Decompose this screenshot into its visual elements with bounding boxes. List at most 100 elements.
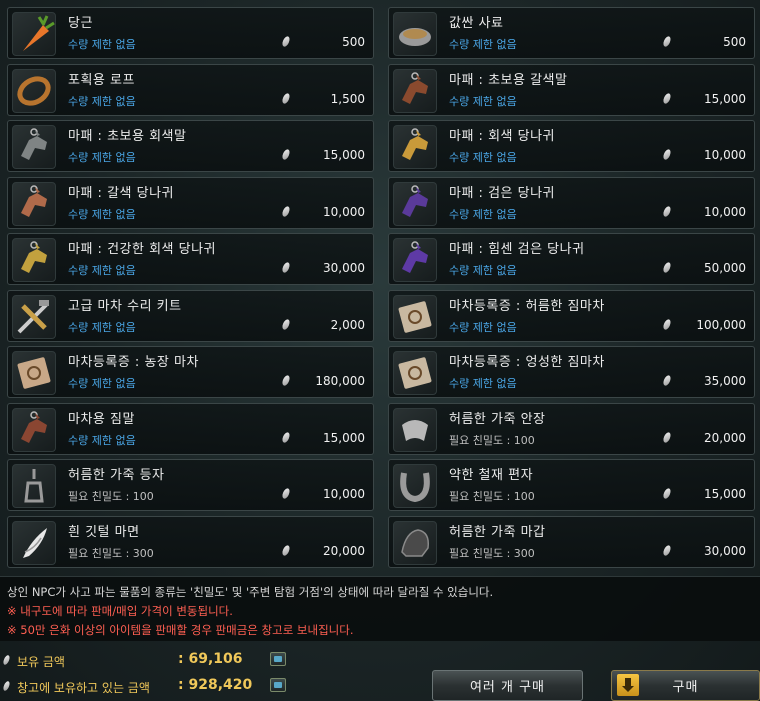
silver-icon bbox=[662, 431, 672, 444]
item-name: 마패 : 힘센 검은 당나귀 bbox=[449, 242, 585, 257]
item-price: 500 bbox=[723, 35, 746, 49]
item-name: 허름한 가죽 등자 bbox=[68, 468, 165, 483]
item-name: 마차용 짐말 bbox=[68, 412, 135, 427]
silver-icon bbox=[281, 148, 291, 161]
barding-icon bbox=[393, 521, 437, 565]
silver-icon bbox=[281, 487, 291, 500]
item-price: 2,000 bbox=[330, 318, 365, 332]
item-name: 마패 : 갈색 당나귀 bbox=[68, 186, 174, 201]
item-quantity-limit: 수량 제한 없음 bbox=[449, 377, 517, 390]
silver-icon bbox=[281, 544, 291, 557]
item-name: 마패 : 초보용 갈색말 bbox=[449, 73, 568, 88]
item-name: 마차등록증 : 농장 마차 bbox=[68, 355, 199, 370]
buy-button[interactable]: 구매 bbox=[611, 670, 760, 701]
shop-item[interactable]: 마차등록증 : 허름한 짐마차 수량 제한 없음 100,000 bbox=[388, 290, 755, 342]
item-price: 100,000 bbox=[696, 318, 746, 332]
item-quantity-limit: 수량 제한 없음 bbox=[68, 264, 136, 277]
shop-item[interactable]: 고급 마차 수리 키트수량 제한 없음 2,000 bbox=[7, 290, 374, 342]
silver-icon bbox=[281, 35, 291, 48]
shop-item[interactable]: 허름한 가죽 안장 필요 친밀도 : 100 20,000 bbox=[388, 403, 755, 455]
stirrup-icon bbox=[12, 464, 56, 508]
shop-item[interactable]: 마패 : 건강한 회색 당나귀 수량 제한 없음 30,000 bbox=[7, 233, 374, 285]
item-price: 10,000 bbox=[323, 205, 365, 219]
held-money-toggle-icon[interactable] bbox=[270, 652, 286, 666]
shop-item[interactable]: 당근 수량 제한 없음 500 bbox=[7, 7, 374, 59]
silver-icon bbox=[662, 374, 672, 387]
shop-item[interactable]: 마패 : 초보용 갈색말 수량 제한 없음 15,000 bbox=[388, 64, 755, 116]
horse-tag-icon bbox=[12, 408, 56, 452]
item-price: 30,000 bbox=[704, 544, 746, 558]
item-price: 15,000 bbox=[704, 92, 746, 106]
wagon-license-icon bbox=[393, 351, 437, 395]
item-price: 15,000 bbox=[323, 431, 365, 445]
saddle-icon bbox=[393, 408, 437, 452]
silver-icon bbox=[662, 205, 672, 218]
shop-item[interactable]: 마패 : 힘센 검은 당나귀 수량 제한 없음 50,000 bbox=[388, 233, 755, 285]
item-name: 값싼 사료 bbox=[449, 16, 504, 31]
item-quantity-limit: 수량 제한 없음 bbox=[449, 38, 517, 51]
silver-icon bbox=[662, 487, 672, 500]
item-price: 500 bbox=[342, 35, 365, 49]
item-required-intimacy: 필요 친밀도 : 300 bbox=[449, 547, 535, 560]
item-name: 고급 마차 수리 키트 bbox=[68, 299, 182, 314]
item-required-intimacy: 필요 친밀도 : 100 bbox=[68, 490, 154, 503]
shop-item[interactable]: 흰 깃털 마면 필요 친밀도 : 300 20,000 bbox=[7, 516, 374, 568]
shop-item[interactable]: 마차등록증 : 엉성한 짐마차 수량 제한 없음 35,000 bbox=[388, 346, 755, 398]
item-name: 포획용 로프 bbox=[68, 73, 135, 88]
shop-item[interactable]: 마패 : 초보용 회색말 수량 제한 없음 15,000 bbox=[7, 120, 374, 172]
item-price: 15,000 bbox=[704, 487, 746, 501]
item-quantity-limit: 수량 제한 없음 bbox=[68, 434, 136, 447]
storage-money-toggle-icon[interactable] bbox=[270, 678, 286, 692]
item-required-intimacy: 필요 친밀도 : 100 bbox=[449, 434, 535, 447]
item-name: 마차등록증 : 엉성한 짐마차 bbox=[449, 355, 605, 370]
shop-item[interactable]: 포획용 로프 수량 제한 없음 1,500 bbox=[7, 64, 374, 116]
item-price: 20,000 bbox=[704, 431, 746, 445]
shop-item[interactable]: 마패 : 검은 당나귀 수량 제한 없음 10,000 bbox=[388, 177, 755, 229]
silver-icon bbox=[281, 374, 291, 387]
notice-info-text: 상인 NPC가 사고 파는 물품의 종류는 '친밀도' 및 '주변 탐험 거점'… bbox=[7, 585, 494, 599]
held-money-value: : 69,106 bbox=[178, 651, 243, 667]
shop-item[interactable]: 마패 : 갈색 당나귀 수량 제한 없음 10,000 bbox=[7, 177, 374, 229]
item-quantity-limit: 수량 제한 없음 bbox=[449, 264, 517, 277]
feather-mask-icon bbox=[12, 521, 56, 565]
silver-icon bbox=[2, 680, 11, 692]
silver-icon bbox=[662, 544, 672, 557]
wagon-license-icon bbox=[393, 295, 437, 339]
item-name: 마패 : 검은 당나귀 bbox=[449, 186, 555, 201]
multi-buy-button[interactable]: 여러 개 구매 bbox=[432, 670, 583, 701]
shop-item[interactable]: 값싼 사료수량 제한 없음 500 bbox=[388, 7, 755, 59]
item-quantity-limit: 수량 제한 없음 bbox=[449, 208, 517, 221]
feed-bowl-icon bbox=[393, 12, 437, 56]
item-price: 1,500 bbox=[330, 92, 365, 106]
item-quantity-limit: 수량 제한 없음 bbox=[449, 151, 517, 164]
silver-icon bbox=[281, 205, 291, 218]
held-money-label: 보유 금액 bbox=[17, 655, 65, 669]
silver-icon bbox=[281, 431, 291, 444]
silver-icon bbox=[662, 35, 672, 48]
shop-item[interactable]: 마차용 짐말수량 제한 없음 15,000 bbox=[7, 403, 374, 455]
horseshoe-icon bbox=[393, 464, 437, 508]
donkey-tag-icon bbox=[393, 238, 437, 282]
shop-item[interactable]: 허름한 가죽 마갑 필요 친밀도 : 300 30,000 bbox=[388, 516, 755, 568]
silver-icon bbox=[662, 92, 672, 105]
item-required-intimacy: 필요 친밀도 : 300 bbox=[68, 547, 154, 560]
shop-item[interactable]: 약한 철재 편자 필요 친밀도 : 100 15,000 bbox=[388, 459, 755, 511]
repair-kit-icon bbox=[12, 295, 56, 339]
download-icon bbox=[617, 674, 639, 696]
item-quantity-limit: 수량 제한 없음 bbox=[68, 151, 136, 164]
item-quantity-limit: 수량 제한 없음 bbox=[68, 321, 136, 334]
item-name: 당근 bbox=[68, 16, 93, 31]
carrot-icon bbox=[12, 12, 56, 56]
shop-item[interactable]: 마패 : 회색 당나귀수량 제한 없음 10,000 bbox=[388, 120, 755, 172]
silver-icon bbox=[662, 261, 672, 274]
item-price: 10,000 bbox=[704, 148, 746, 162]
item-price: 180,000 bbox=[315, 374, 365, 388]
shop-item[interactable]: 허름한 가죽 등자 필요 친밀도 : 100 10,000 bbox=[7, 459, 374, 511]
silver-icon bbox=[662, 148, 672, 161]
item-price: 15,000 bbox=[323, 148, 365, 162]
silver-icon bbox=[281, 261, 291, 274]
shop-item[interactable]: 마차등록증 : 농장 마차 수량 제한 없음 180,000 bbox=[7, 346, 374, 398]
silver-icon bbox=[662, 318, 672, 331]
notice-durability-warning: ※ 내구도에 따라 판매/매입 가격이 변동됩니다. bbox=[7, 604, 233, 618]
item-name: 마패 : 회색 당나귀 bbox=[449, 129, 555, 144]
